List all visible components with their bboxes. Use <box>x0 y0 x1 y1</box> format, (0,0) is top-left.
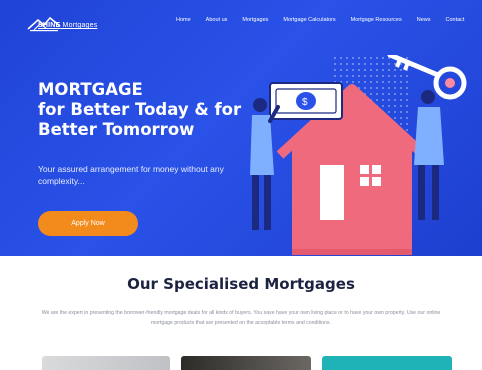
section-description: We are the expert in presenting the borr… <box>41 310 441 326</box>
mortgage-card[interactable] <box>42 356 170 370</box>
headline-line: Better Tomorrow <box>38 120 195 139</box>
money-bill-icon: $ <box>269 82 343 120</box>
person-left-illustration <box>250 98 280 230</box>
mortgage-illustration: $ <box>250 55 467 255</box>
hero-headline: MORTGAGE for Better Today & for Better T… <box>38 80 241 140</box>
mortgage-card[interactable] <box>181 356 311 370</box>
headline-line: for Better Today & for <box>38 100 242 119</box>
nav-item-mortgages[interactable]: Mortgages <box>242 17 268 23</box>
mortgage-cards <box>42 356 452 370</box>
nav-item-contact[interactable]: Contact <box>446 17 465 23</box>
apply-now-button[interactable]: Apply Now <box>38 211 138 236</box>
mortgage-card[interactable] <box>322 356 452 370</box>
headline-line: MORTGAGE <box>38 80 143 99</box>
nav-item-resources[interactable]: Mortgage Resources <box>351 17 402 23</box>
hero-subtext: Your assured arrangement for money witho… <box>38 164 224 186</box>
section-title: Our Specialised Mortgages <box>127 275 355 293</box>
nav-item-calculators[interactable]: Mortgage Calculators <box>283 17 335 23</box>
main-nav: Home About us Mortgages Mortgage Calcula… <box>176 17 464 23</box>
nav-item-news[interactable]: News <box>417 17 431 23</box>
svg-text:$: $ <box>302 97 308 108</box>
nav-item-home[interactable]: Home <box>176 17 191 23</box>
nav-item-about[interactable]: About us <box>206 17 228 23</box>
hero-banner: SHINE Mortgages Home About us Mortgages … <box>0 0 482 256</box>
brand-name[interactable]: SHINE Mortgages <box>38 22 97 29</box>
person-right-illustration <box>414 90 444 220</box>
